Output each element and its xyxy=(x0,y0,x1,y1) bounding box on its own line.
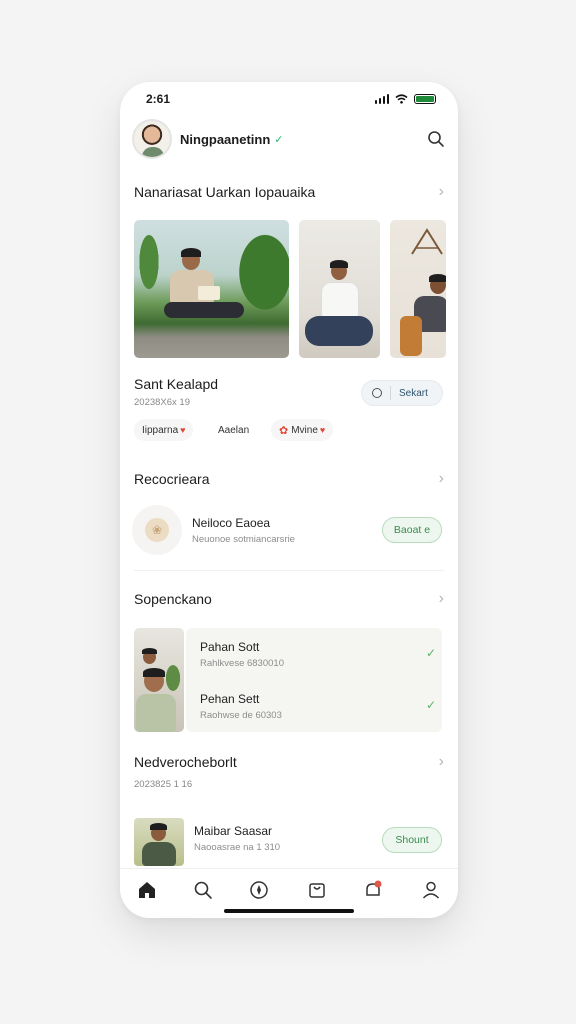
speaker-name: Pahan Sott xyxy=(200,640,260,654)
home-indicator[interactable] xyxy=(224,909,354,913)
speaker-row[interactable]: Pehan Sett Raohwse de 60303 ✓ xyxy=(200,692,436,721)
verified-icon: ✓ xyxy=(274,133,284,146)
section-header-recommendations[interactable]: Recocrieara › xyxy=(134,470,444,488)
status-icons xyxy=(374,94,436,104)
tag-chip[interactable]: ✿ Mvine ♥ xyxy=(271,419,334,441)
recommendation-icon: ❀ xyxy=(132,505,182,555)
chevron-right-icon: › xyxy=(438,470,444,487)
speaker-photo[interactable] xyxy=(134,628,184,732)
bag-icon[interactable] xyxy=(306,879,328,901)
chevron-right-icon: › xyxy=(438,590,444,607)
chevron-right-icon: › xyxy=(438,753,444,770)
avatar[interactable] xyxy=(132,119,172,159)
compass-icon[interactable] xyxy=(248,879,270,901)
speaker-row[interactable]: Pahan Sott Rahlkvese 6830010 ✓ xyxy=(200,640,436,669)
speaker-name: Pehan Sett xyxy=(200,692,260,706)
section-title: Sopenckano xyxy=(134,591,212,607)
wifi-icon xyxy=(395,94,408,104)
section-date: 2023825 1 16 xyxy=(134,779,193,790)
check-icon: ✓ xyxy=(425,698,436,712)
section-title: Nedverocheborlt xyxy=(134,754,237,770)
search-icon[interactable] xyxy=(426,129,446,149)
bell-icon[interactable] xyxy=(362,879,384,901)
member-action-button[interactable]: Shount xyxy=(382,827,442,853)
chip-label: Mvine xyxy=(291,424,318,436)
chevron-right-icon: › xyxy=(438,183,444,200)
member-photo[interactable] xyxy=(134,818,184,866)
profile-header: Ningpaanetinn ✓ xyxy=(132,118,446,160)
chip-label: Iipparna xyxy=(142,424,179,436)
battery-icon xyxy=(414,94,436,104)
recommendation-subtitle: Neuonoe sotmiancarsrie xyxy=(192,533,295,545)
carousel-photo[interactable] xyxy=(299,220,380,358)
section-header-featured[interactable]: Nanariasat Uarkan Iopauaika › xyxy=(134,183,444,201)
search-icon[interactable] xyxy=(192,879,214,901)
status-bar: 2:61 xyxy=(120,82,458,116)
tag-icon: ✿ xyxy=(279,424,289,437)
recommendation-action-button[interactable]: Baoat e xyxy=(382,517,442,543)
member-name: Maibar Saasar xyxy=(194,824,273,838)
check-icon: ✓ xyxy=(425,646,436,660)
section-header-network[interactable]: Nedverocheborlt › xyxy=(134,753,444,771)
signal-icon xyxy=(374,94,389,104)
speaker-subtitle: Rahlkvese 6830010 xyxy=(200,658,284,669)
tag-chip[interactable]: Iipparna ♥ xyxy=(134,419,194,441)
divider xyxy=(134,570,444,571)
home-icon[interactable] xyxy=(136,879,158,901)
profile-icon[interactable] xyxy=(420,879,442,901)
member-subtitle: Naooasrae na 1 310 xyxy=(194,842,281,853)
phone-screen: 2:61 Ningpaanetinn ✓ Nanariasat Uarkan I… xyxy=(120,82,458,918)
member-info[interactable]: Maibar Saasar Naooasrae na 1 310 xyxy=(194,824,280,853)
event-title: Sant Kealapd xyxy=(134,376,219,392)
event-date: 20238X6x 19 xyxy=(134,397,190,408)
select-button[interactable]: Sekart xyxy=(361,380,443,406)
heart-icon: ♥ xyxy=(180,425,186,435)
recommendation-title: Neiloco Eaoea xyxy=(192,515,271,530)
chip-label: Aaelan xyxy=(218,424,250,436)
select-label: Sekart xyxy=(399,387,428,399)
carousel-photo[interactable] xyxy=(390,220,446,358)
radio-icon xyxy=(372,388,382,398)
speaker-subtitle: Raohwse de 60303 xyxy=(200,710,282,721)
heart-icon: ♥ xyxy=(319,425,326,435)
section-header-speakers[interactable]: Sopenckano › xyxy=(134,590,444,608)
status-time: 2:61 xyxy=(146,92,171,106)
section-title: Recocrieara xyxy=(134,471,210,487)
profile-name[interactable]: Ningpaanetinn xyxy=(180,132,270,147)
carousel-photo[interactable] xyxy=(134,220,289,358)
section-title: Nanariasat Uarkan Iopauaika xyxy=(134,184,316,200)
tag-chip[interactable]: Aaelan xyxy=(210,419,258,441)
